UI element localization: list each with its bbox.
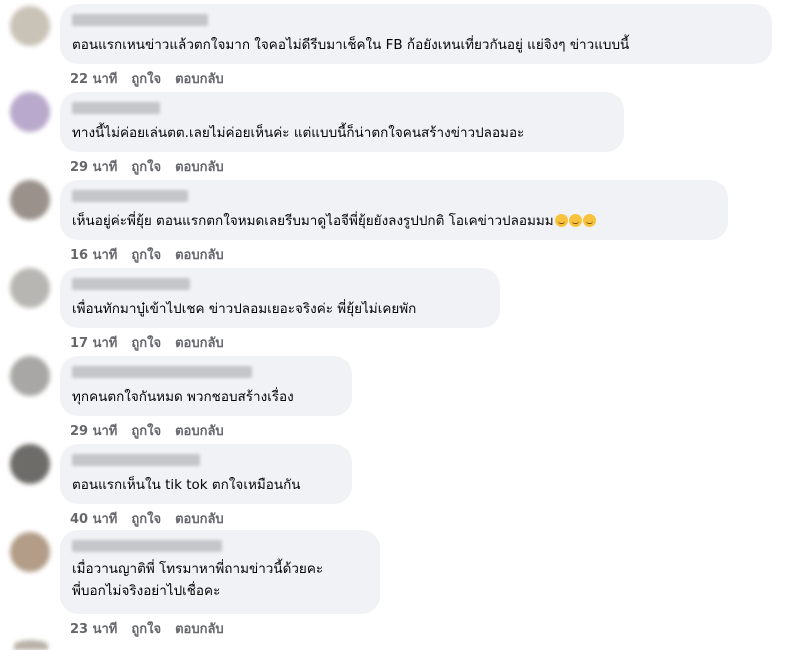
comment-bubble: เมื่อวานญาติพี่ โทรมาหาพี่ถามข่าวนี้ด้วย… — [60, 530, 380, 614]
avatar[interactable] — [10, 356, 50, 396]
comment-time: 17 นาที — [70, 336, 118, 351]
avatar[interactable] — [10, 268, 50, 308]
avatar[interactable] — [10, 532, 50, 572]
comment-actions: 40 นาที ถูกใจ ตอบกลับ — [70, 508, 224, 529]
comment-bubble: เพื่อนทักมาบู๋เข้าไปเชค ข่าวปลอมเยอะจริง… — [60, 268, 500, 328]
reply-button[interactable]: ตอบกลับ — [175, 618, 224, 639]
comment-text: เพื่อนทักมาบู๋เข้าไปเชค ข่าวปลอมเยอะจริง… — [72, 301, 417, 317]
commenter-name-redacted[interactable] — [72, 102, 160, 114]
comment-time: 29 นาที — [70, 160, 118, 175]
sad-face-emoji-icon — [582, 214, 596, 227]
comment-text: เมื่อวานญาติพี่ โทรมาหาพี่ถามข่าวนี้ด้วย… — [72, 558, 370, 602]
sad-face-emoji-icon — [554, 214, 568, 227]
like-button[interactable]: ถูกใจ — [131, 420, 161, 441]
reply-button[interactable]: ตอบกลับ — [175, 156, 224, 177]
comment-actions: 16 นาที ถูกใจ ตอบกลับ — [70, 244, 224, 265]
comment-time: 22 นาที — [70, 72, 118, 87]
comment-time: 16 นาที — [70, 248, 118, 263]
sad-face-emoji-icon — [568, 214, 582, 227]
avatar[interactable] — [14, 640, 48, 650]
like-button[interactable]: ถูกใจ — [131, 244, 161, 265]
comment-bubble: ตอนแรกเหนข่าวแล้วตกใจมาก ใจคอไม่ดีรีบมาเ… — [60, 4, 772, 64]
commenter-name-redacted[interactable] — [72, 454, 200, 466]
like-button[interactable]: ถูกใจ — [131, 332, 161, 353]
commenter-name-redacted[interactable] — [72, 540, 222, 552]
comment-text: ทุกคนตกใจกันหมด พวกชอบสร้างเรื่อง — [72, 389, 294, 405]
like-button[interactable]: ถูกใจ — [131, 618, 161, 639]
comment-actions: 29 นาที ถูกใจ ตอบกลับ — [70, 420, 224, 441]
comment-text-line: เมื่อวานญาติพี่ โทรมาหาพี่ถามข่าวนี้ด้วย… — [72, 561, 324, 577]
commenter-name-redacted[interactable] — [72, 278, 190, 290]
comment-actions: 22 นาที ถูกใจ ตอบกลับ — [70, 68, 224, 89]
comment-text: ตอนแรกเห็นใน tik tok ตกใจเหมือนกัน — [72, 477, 301, 493]
reply-button[interactable]: ตอบกลับ — [175, 508, 224, 529]
comment-actions: 29 นาที ถูกใจ ตอบกลับ — [70, 156, 224, 177]
comment-bubble: เห็นอยู่ค่ะพี่ยุ้ย ตอนแรกตกใจหมดเลยรีบมา… — [60, 180, 728, 240]
commenter-name-redacted[interactable] — [72, 14, 208, 26]
comment-actions: 17 นาที ถูกใจ ตอบกลับ — [70, 332, 224, 353]
comment-time: 23 นาที — [70, 622, 118, 637]
comment-actions: 23 นาที ถูกใจ ตอบกลับ — [70, 618, 224, 639]
comment-text-body: เห็นอยู่ค่ะพี่ยุ้ย ตอนแรกตกใจหมดเลยรีบมา… — [72, 213, 554, 229]
comment-bubble: ทางนี้ไม่ค่อยเล่นตต.เลยไม่ค่อยเห็นค่ะ แต… — [60, 92, 624, 152]
reply-button[interactable]: ตอบกลับ — [175, 244, 224, 265]
comment-text: เห็นอยู่ค่ะพี่ยุ้ย ตอนแรกตกใจหมดเลยรีบมา… — [72, 210, 718, 232]
reply-button[interactable]: ตอบกลับ — [175, 420, 224, 441]
commenter-name-redacted[interactable] — [72, 366, 252, 378]
like-button[interactable]: ถูกใจ — [131, 68, 161, 89]
comment-bubble: ทุกคนตกใจกันหมด พวกชอบสร้างเรื่อง — [60, 356, 352, 416]
reply-button[interactable]: ตอบกลับ — [175, 332, 224, 353]
reply-button[interactable]: ตอบกลับ — [175, 68, 224, 89]
comment-text-line: พี่บอกไม่จริงอย่าไปเชื่อคะ — [72, 583, 221, 599]
like-button[interactable]: ถูกใจ — [131, 508, 161, 529]
avatar[interactable] — [10, 92, 50, 132]
like-button[interactable]: ถูกใจ — [131, 156, 161, 177]
commenter-name-redacted[interactable] — [72, 190, 188, 202]
comment-text: ทางนี้ไม่ค่อยเล่นตต.เลยไม่ค่อยเห็นค่ะ แต… — [72, 125, 525, 141]
avatar[interactable] — [10, 180, 50, 220]
comment-text: ตอนแรกเหนข่าวแล้วตกใจมาก ใจคอไม่ดีรีบมาเ… — [72, 37, 630, 53]
avatar[interactable] — [10, 444, 50, 484]
comment-bubble: ตอนแรกเห็นใน tik tok ตกใจเหมือนกัน — [60, 444, 352, 504]
comment-time: 40 นาที — [70, 512, 118, 527]
comment-time: 29 นาที — [70, 424, 118, 439]
avatar[interactable] — [10, 6, 50, 46]
